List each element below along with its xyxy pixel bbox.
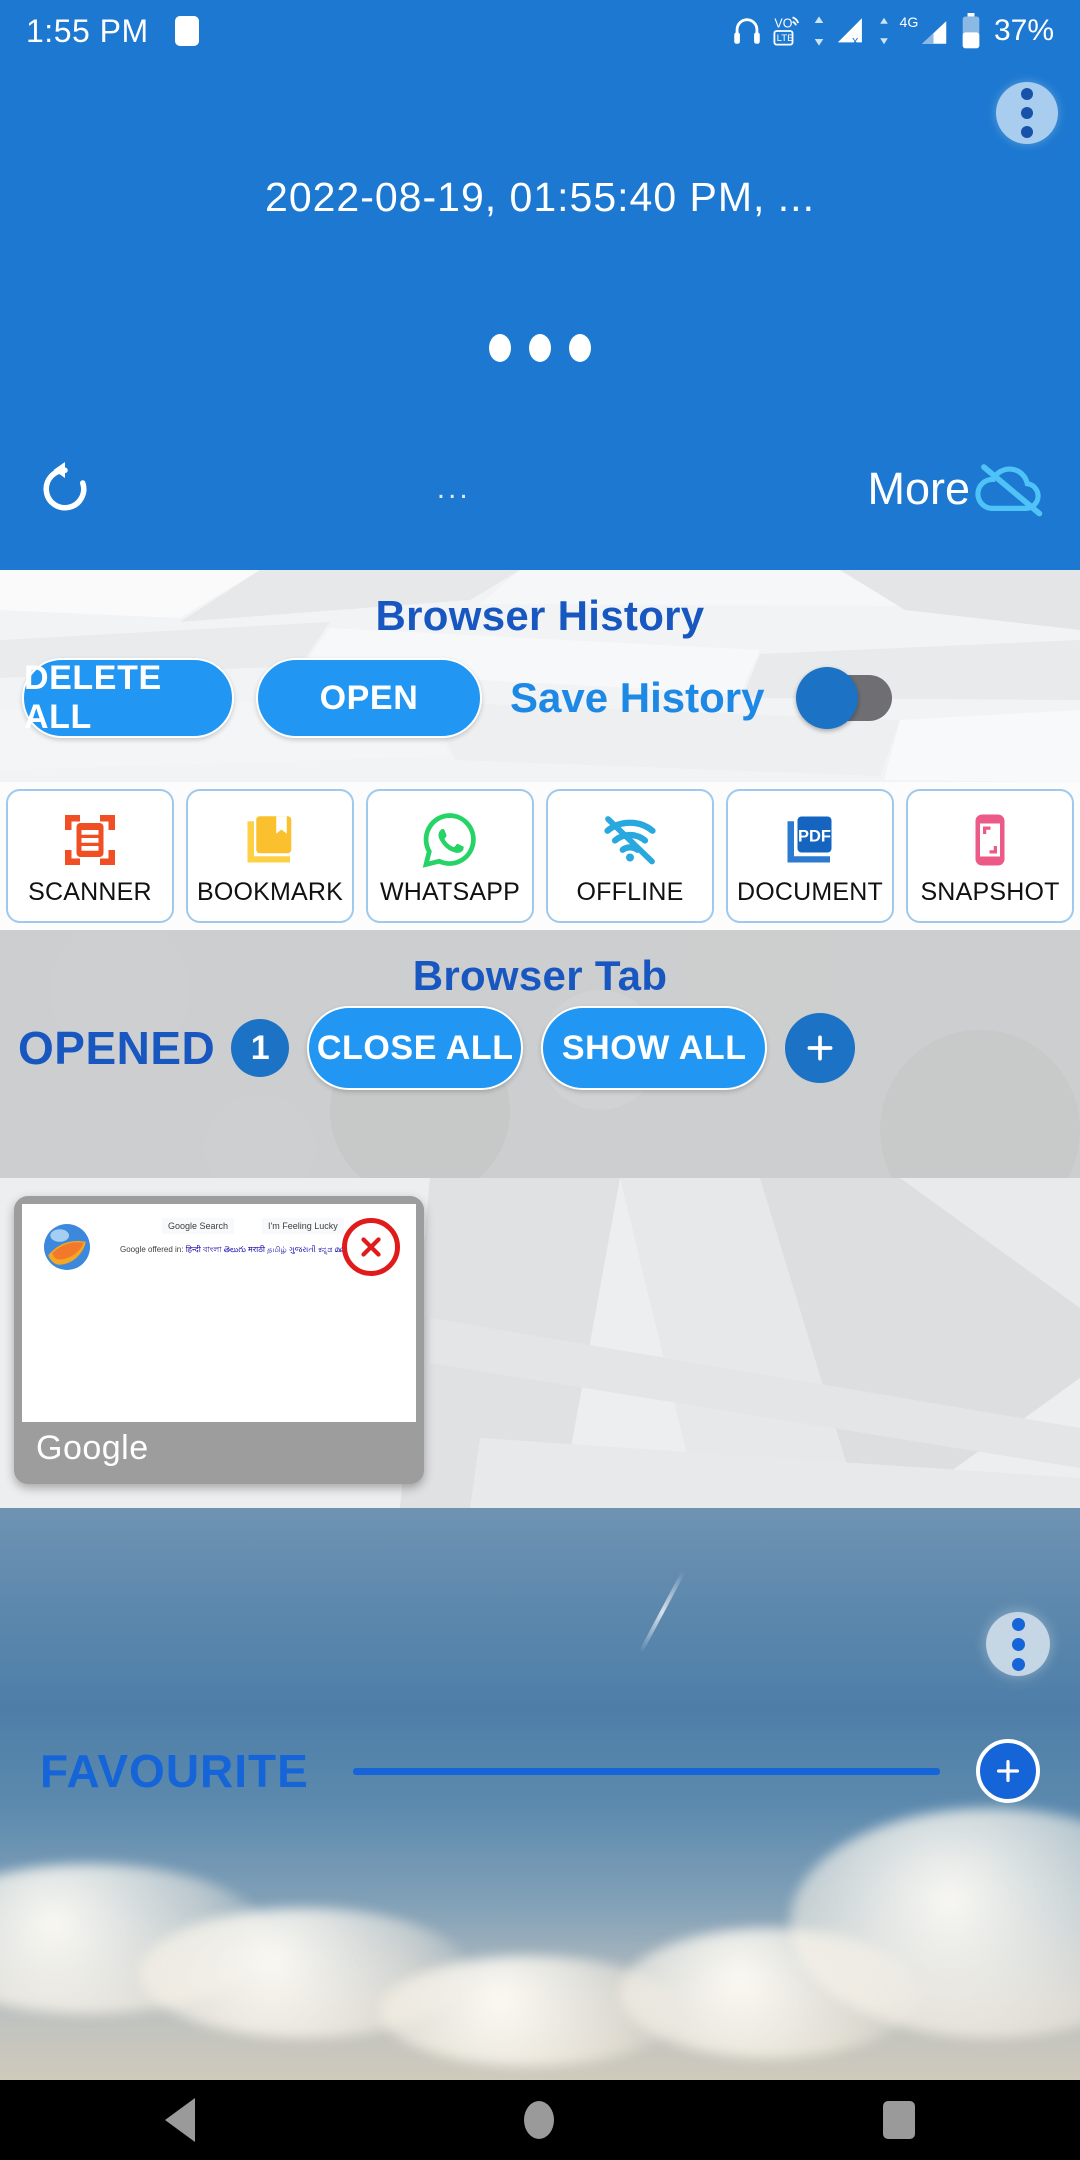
browser-tab-title: Browser Tab [412, 952, 668, 999]
tab-preview: Google Search I'm Feeling Lucky Google o… [22, 1204, 416, 1422]
save-history-label: Save History [510, 674, 765, 721]
opened-label: OPENED [18, 1022, 216, 1074]
svg-text:LTE: LTE [777, 33, 794, 44]
favourite-header-row: FAVOURITE [0, 1716, 1080, 1826]
favourite-label: FAVOURITE [40, 1745, 309, 1797]
home-circle-icon[interactable] [523, 2101, 554, 2139]
tool-snapshot[interactable]: SNAPSHOT [906, 789, 1074, 923]
back-triangle-icon[interactable] [164, 2098, 195, 2142]
status-bar: 1:55 PM VO LTE x 4G 37% [0, 0, 1080, 62]
tool-scanner[interactable]: SCANNER [6, 789, 174, 923]
headphones-icon [734, 18, 760, 44]
wifi-off-icon [600, 806, 660, 874]
tool-whatsapp[interactable]: WHATSAPP [366, 789, 534, 923]
whatsapp-icon [420, 806, 480, 874]
more-label: More [867, 463, 970, 514]
app-notification-icon [174, 16, 199, 46]
header-toolbar: ... More [0, 446, 1080, 532]
tool-label: WHATSAPP [379, 877, 521, 906]
battery-percent: 37% [993, 14, 1054, 47]
pdf-document-icon: PDF [780, 806, 840, 874]
tool-label: SCANNER [28, 877, 152, 906]
app-header: 2022-08-19, 01:55:40 PM, ... ... More [0, 62, 1080, 570]
signal-sim1-icon: x [837, 18, 862, 47]
favourite-overflow-menu-button[interactable] [986, 1612, 1050, 1676]
toggle-knob [796, 667, 859, 729]
snapshot-phone-icon [960, 806, 1020, 874]
browser-globe-icon [44, 1224, 90, 1270]
browser-tab-section: Browser Tab OPENED 1 CLOSE ALL SHOW ALL [0, 930, 1080, 1178]
bookmark-icon [240, 806, 300, 874]
three-dots-menu-icon-dot3 [1011, 1657, 1025, 1671]
page-title: 2022-08-19, 01:55:40 PM, ... [265, 174, 815, 220]
offered-prefix: Google offered in: [120, 1245, 184, 1254]
close-tab-button[interactable] [342, 1218, 400, 1276]
plus-icon [997, 1760, 1019, 1782]
svg-text:4G: 4G [899, 15, 918, 31]
tool-offline[interactable]: OFFLINE [546, 789, 714, 923]
add-tab-button[interactable] [785, 1013, 856, 1083]
three-dots-menu-icon [1021, 88, 1033, 100]
close-circle-icon [361, 1237, 381, 1257]
google-search-button[interactable]: Google Search [162, 1218, 235, 1234]
browser-history-actions: DELETE ALL OPEN Save History [0, 640, 1080, 738]
tab-title: Google [36, 1429, 149, 1467]
show-all-tabs-button[interactable]: SHOW ALL [541, 1006, 768, 1090]
feeling-lucky-button[interactable]: I'm Feeling Lucky [262, 1218, 344, 1234]
status-bar-icons: VO LTE x 4G 37% [730, 13, 1054, 49]
tab-thumbnails-area: Google Search I'm Feeling Lucky Google o… [0, 1178, 1080, 1508]
three-dots-menu-icon-dot3 [1021, 126, 1033, 138]
favourite-divider [352, 1767, 940, 1775]
cloud-off-icon [975, 464, 1043, 517]
tool-bookmark[interactable]: BOOKMARK [186, 789, 354, 923]
loading-indicator [0, 334, 1080, 362]
tool-document[interactable]: PDF DOCUMENT [726, 789, 894, 923]
header-overflow-menu-button[interactable] [996, 82, 1058, 144]
loading-dot-2 [529, 334, 551, 362]
browser-history-section: Browser History DELETE ALL OPEN Save His… [0, 570, 1080, 782]
tool-label: OFFLINE [576, 877, 684, 906]
android-navigation-bar [0, 2080, 1080, 2160]
data-transfer-icon [814, 16, 824, 46]
delete-all-button[interactable]: DELETE ALL [22, 658, 234, 738]
more-button[interactable]: More [867, 458, 1050, 520]
battery-icon [962, 13, 980, 49]
svg-text:VO: VO [774, 17, 792, 31]
svg-text:x: x [852, 33, 859, 47]
browser-tab-actions: OPENED 1 CLOSE ALL SHOW ALL [0, 1000, 1080, 1090]
tool-label: SNAPSHOT [920, 877, 1060, 906]
google-page-buttons: Google Search I'm Feeling Lucky [162, 1218, 344, 1234]
phone-screen: 1:55 PM VO LTE x 4G 37% 2022-08-19, 01:5… [0, 0, 1080, 2160]
opened-count-badge: 1 [231, 1019, 290, 1077]
refresh-icon [43, 462, 87, 511]
4g-icon: 4G [899, 15, 947, 44]
data-transfer-icon-2 [880, 17, 888, 45]
three-dots-menu-icon [1011, 1617, 1025, 1631]
add-favourite-button[interactable] [976, 1739, 1040, 1803]
tab-thumbnail[interactable]: Google Search I'm Feeling Lucky Google o… [14, 1196, 424, 1484]
loading-dot-3 [569, 334, 591, 362]
status-bar-clock: 1:55 PM [26, 12, 149, 49]
recents-square-icon[interactable] [883, 2101, 916, 2139]
browser-history-title: Browser History [375, 592, 705, 639]
svg-text:PDF: PDF [798, 827, 831, 845]
three-dots-menu-icon-dot2 [1011, 1637, 1025, 1651]
loading-dot-1 [489, 334, 511, 362]
tool-label: DOCUMENT [736, 877, 884, 906]
header-status-text: ... [436, 472, 471, 505]
three-dots-menu-icon-dot2 [1021, 107, 1033, 119]
plus-icon [807, 1035, 833, 1061]
close-all-tabs-button[interactable]: CLOSE ALL [307, 1006, 524, 1090]
volte-icon: VO LTE [773, 16, 800, 46]
save-history-toggle[interactable] [796, 667, 893, 729]
document-scanner-icon [60, 806, 120, 874]
open-history-button[interactable]: OPEN [256, 658, 482, 738]
tool-label: BOOKMARK [196, 877, 344, 906]
refresh-button[interactable] [30, 454, 100, 524]
tool-shortcuts-row: SCANNER BOOKMARK WHATSAPP OFFLINE PDF DO… [0, 782, 1080, 930]
